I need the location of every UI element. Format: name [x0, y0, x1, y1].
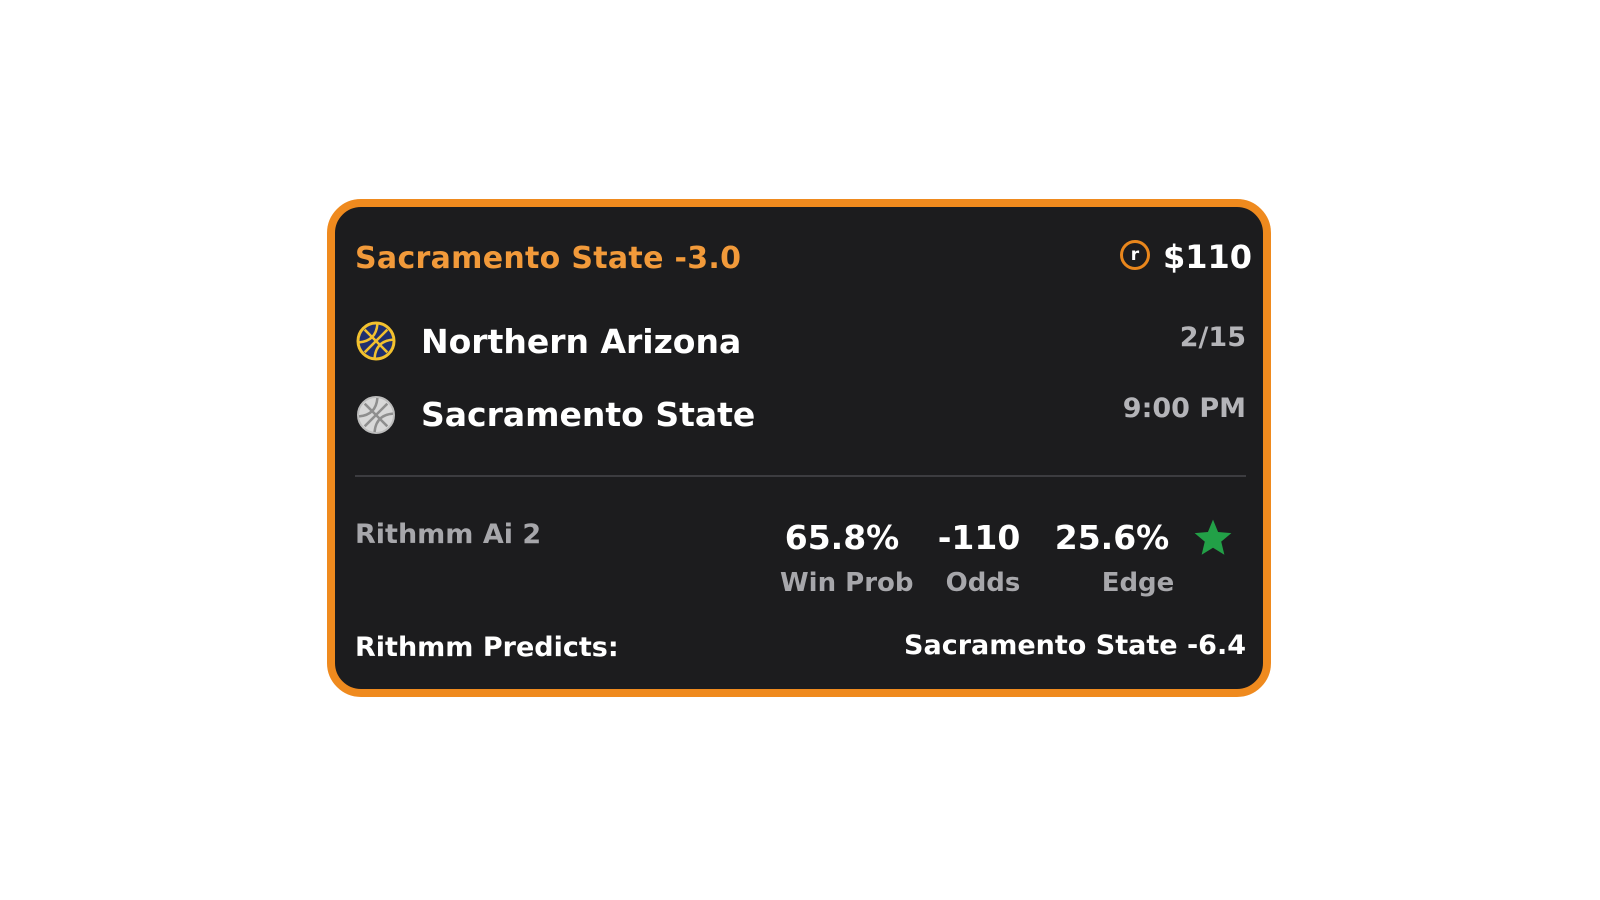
- team-name-away: Northern Arizona: [421, 322, 742, 361]
- sacramento-state-basketball-icon: [357, 396, 395, 434]
- edge-value: 25.6%: [1054, 518, 1170, 557]
- coin-letter: r: [1130, 244, 1140, 265]
- prediction-label: Rithmm Predicts:: [355, 632, 619, 663]
- game-time: 9:00 PM: [1122, 393, 1246, 424]
- star-icon: [1194, 519, 1232, 555]
- edge-label: Edge: [1101, 568, 1175, 598]
- odds-value: -110: [937, 518, 1021, 557]
- northern-arizona-basketball-icon: [356, 321, 396, 361]
- rithmm-coin-icon: r: [1120, 240, 1150, 270]
- odds-label: Odds: [945, 568, 1021, 598]
- win-prob-label: Win Prob: [780, 568, 914, 598]
- stake-amount: $110: [1162, 238, 1252, 276]
- win-prob-value: 65.8%: [784, 518, 900, 557]
- bet-title: Sacramento State -3.0: [355, 241, 742, 276]
- bet-card[interactable]: Sacramento State -3.0 r $110 Northern Ar…: [327, 199, 1271, 697]
- team-name-home: Sacramento State: [421, 395, 756, 434]
- game-date: 2/15: [1179, 322, 1246, 353]
- model-name: Rithmm Ai 2: [355, 519, 542, 550]
- prediction-value: Sacramento State -6.4: [904, 630, 1246, 661]
- divider: [355, 475, 1246, 477]
